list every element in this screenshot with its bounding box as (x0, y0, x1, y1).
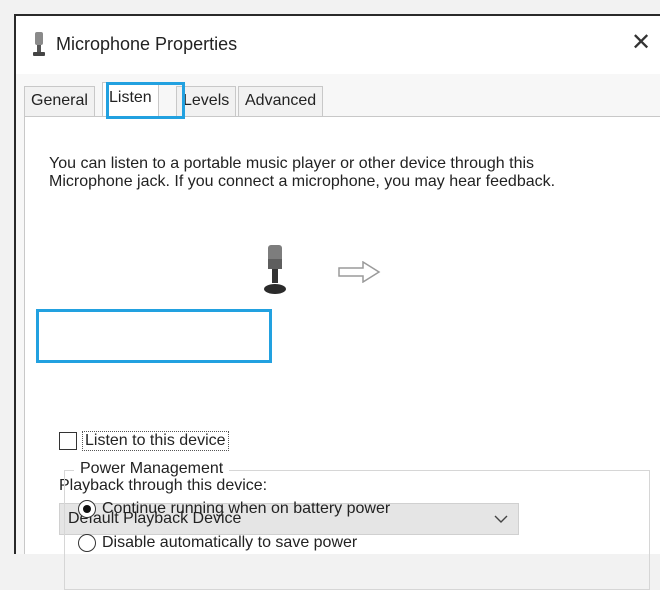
arrow-right-icon (338, 261, 381, 283)
power-management-title: Power Management (74, 460, 230, 478)
tab-advanced[interactable]: Advanced (238, 86, 324, 116)
microphone-icon (264, 245, 286, 294)
power-option-disable[interactable]: Disable automatically to save power (78, 532, 357, 554)
close-button[interactable]: ✕ (624, 26, 658, 60)
power-management-group (64, 470, 650, 590)
microphone-properties-window: Microphone Properties ✕ General Listen L… (14, 14, 660, 590)
listen-checkbox-highlight (36, 309, 272, 363)
continue-running-radio[interactable] (78, 500, 96, 518)
listen-to-device-label[interactable]: Listen to this device (82, 431, 229, 451)
listen-tab-highlight (106, 82, 185, 119)
tab-general[interactable]: General (24, 86, 95, 116)
close-icon: ✕ (630, 29, 652, 56)
window-title: Microphone Properties (56, 34, 238, 54)
disable-automatically-label[interactable]: Disable automatically to save power (102, 534, 357, 552)
listen-to-device-checkbox[interactable] (59, 432, 77, 450)
disable-automatically-radio[interactable] (78, 534, 96, 552)
power-option-continue[interactable]: Continue running when on battery power (78, 498, 390, 520)
tab-levels[interactable]: Levels (176, 86, 237, 116)
listen-to-device-checkbox-row[interactable]: Listen to this device (59, 430, 229, 452)
listen-description: You can listen to a portable music playe… (49, 155, 556, 190)
microphone-icon (33, 32, 45, 56)
continue-running-label[interactable]: Continue running when on battery power (102, 500, 390, 518)
title-bar: Microphone Properties ✕ (16, 16, 660, 74)
